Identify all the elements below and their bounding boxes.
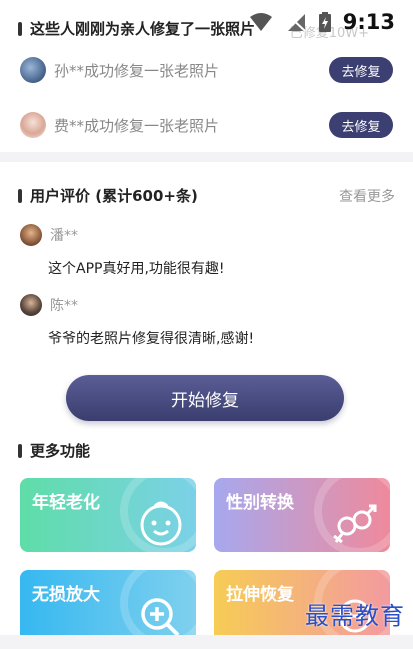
recent-item-text: 孙**成功修复一张老照片 — [54, 61, 220, 80]
start-restore-button[interactable]: 开始修复 — [66, 375, 344, 421]
more-features-header: 更多功能 — [18, 440, 90, 461]
zoom-in-icon — [141, 598, 180, 637]
recent-title-text: 这些人刚刚为亲人修复了一张照片 — [30, 20, 256, 38]
review-user: 潘** — [20, 224, 395, 246]
feature-card-label: 年轻老化 — [32, 493, 100, 513]
title-marker — [18, 443, 22, 458]
reviews-header: 用户评价 (累计600+条) 查看更多 — [18, 185, 395, 206]
title-marker — [18, 188, 22, 203]
recent-title: 这些人刚刚为亲人修复了一张照片 — [18, 18, 395, 39]
avatar — [20, 294, 42, 316]
reviewer-name: 陈** — [50, 298, 78, 314]
feature-card-zoom[interactable]: 无损放大 — [20, 570, 196, 644]
avatar — [20, 112, 46, 138]
review-user: 陈** — [20, 294, 395, 316]
reviews-title: 用户评价 (累计600+条) — [18, 185, 198, 206]
baby-face-icon — [140, 501, 182, 546]
review-text: 这个APP真好用,功能很有趣! — [48, 261, 225, 277]
more-features-title: 更多功能 — [18, 440, 90, 461]
feature-card-label: 无损放大 — [32, 585, 100, 605]
feature-card-label: 性别转换 — [226, 493, 294, 513]
section-divider — [0, 152, 413, 162]
feature-card-age[interactable]: 年轻老化 — [20, 478, 196, 552]
more-features-title-text: 更多功能 — [30, 442, 91, 460]
avatar — [20, 57, 46, 83]
gender-icon — [333, 504, 377, 544]
recent-item: 费**成功修复一张老照片 去修复 — [20, 110, 393, 140]
review-item: 陈** 爷爷的老照片修复得很清晰,感谢! — [20, 294, 395, 348]
avatar — [20, 224, 42, 246]
feature-card-gender[interactable]: 性别转换 — [214, 478, 390, 552]
go-restore-button[interactable]: 去修复 — [329, 112, 393, 138]
recent-restorations-section: 这些人刚刚为亲人修复了一张照片 — [18, 18, 395, 39]
title-marker — [18, 21, 22, 36]
review-item: 潘** 这个APP真好用,功能很有趣! — [20, 224, 395, 278]
review-text: 爷爷的老照片修复得很清晰,感谢! — [48, 331, 255, 347]
recent-item-text: 费**成功修复一张老照片 — [54, 116, 220, 135]
view-more-link[interactable]: 查看更多 — [339, 186, 395, 206]
recent-item: 孙**成功修复一张老照片 去修复 — [20, 55, 393, 85]
reviewer-name: 潘** — [50, 228, 78, 244]
feature-card-label: 拉伸恢复 — [226, 585, 294, 605]
bottom-strip — [0, 635, 413, 649]
go-restore-button[interactable]: 去修复 — [329, 57, 393, 83]
reviews-title-text: 用户评价 (累计600+条) — [30, 187, 198, 205]
watermark-logo: 最需教育 — [305, 602, 405, 630]
